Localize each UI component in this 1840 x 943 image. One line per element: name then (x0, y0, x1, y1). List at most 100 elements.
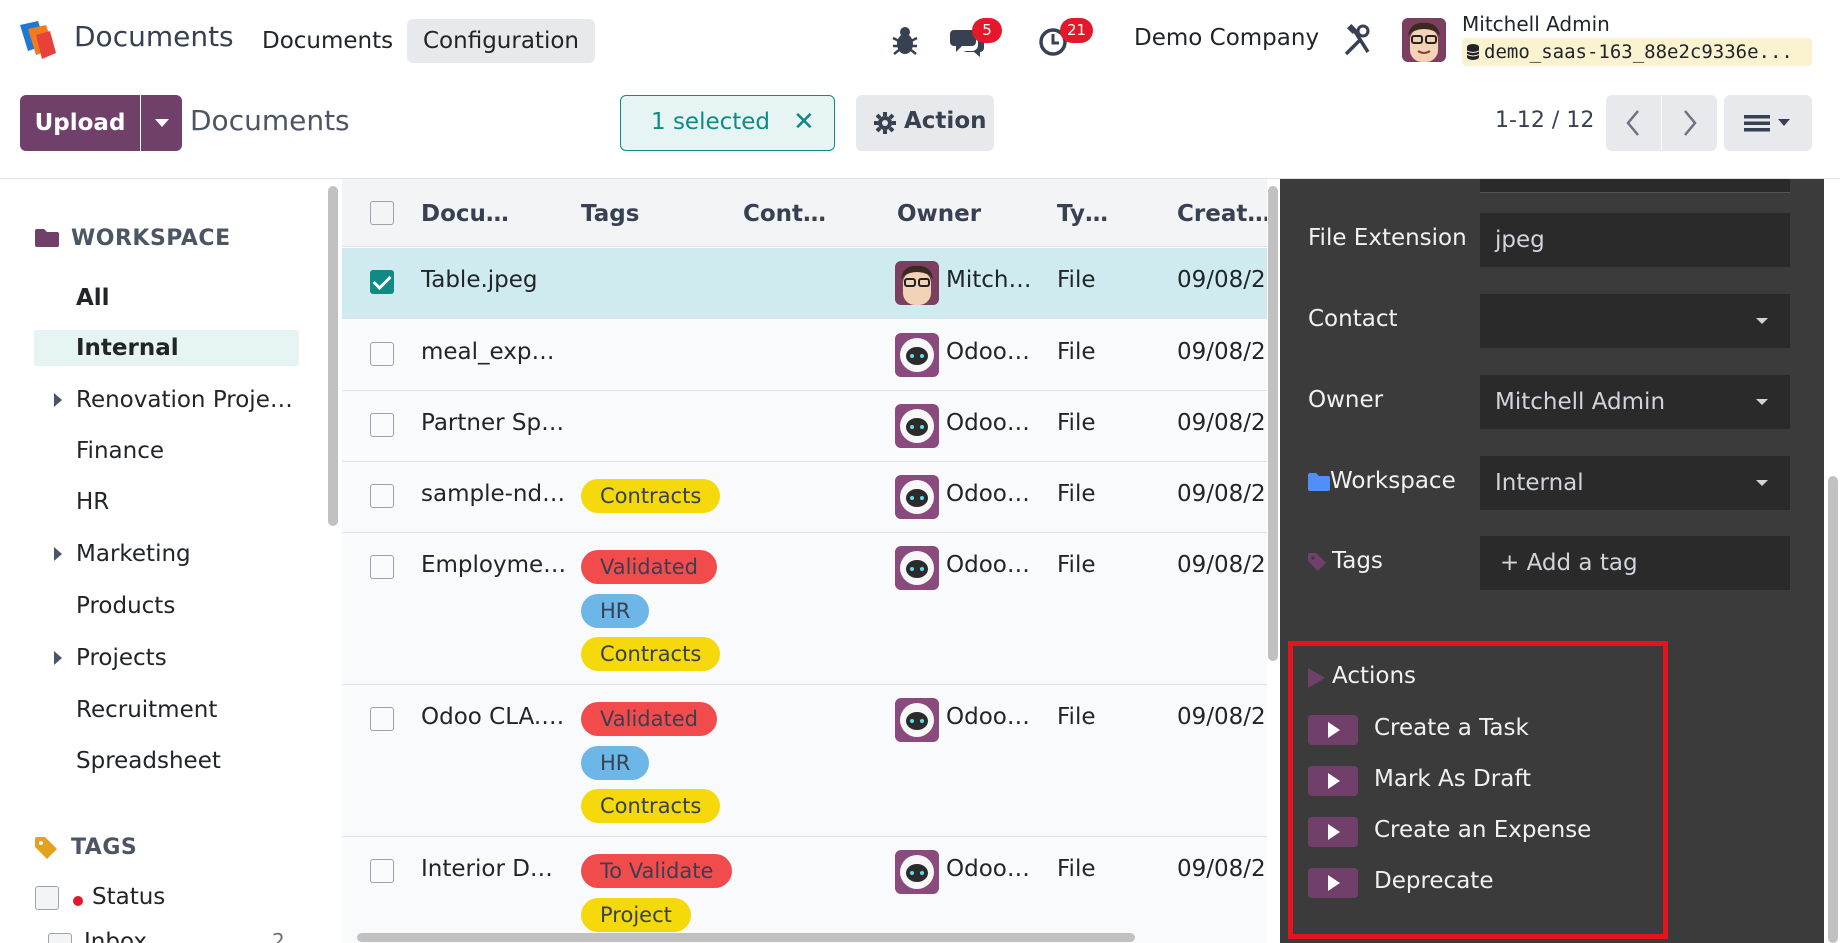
sidebar-item-hr[interactable]: HR (34, 484, 299, 520)
tag-pill-to-validate: To Validate (581, 854, 733, 888)
selected-count: 1 selected (651, 109, 771, 135)
caret-down-icon[interactable] (1756, 480, 1768, 486)
owner-field[interactable]: Mitchell Admin (1480, 375, 1790, 429)
action-label[interactable]: Create a Task (1374, 715, 1529, 741)
table-row[interactable]: Interior D… To Validate Project Odoo… Fi… (342, 837, 1267, 943)
caret-right-icon[interactable] (54, 651, 62, 665)
sidebar-item-all[interactable]: All (34, 280, 299, 316)
panel-scrollbar[interactable] (1828, 476, 1838, 943)
sidebar-item-marketing[interactable]: Marketing (34, 536, 299, 572)
caret-down-icon[interactable] (1756, 318, 1768, 324)
file-extension-field[interactable]: jpeg (1480, 213, 1790, 267)
owner-name: Odoo… (946, 481, 1030, 507)
sidebar-item-label: Renovation Proje… (76, 387, 293, 413)
folder-icon (35, 229, 59, 247)
document-name: Interior D… (421, 856, 553, 882)
action-button-label: Action (904, 108, 987, 134)
pager-value[interactable]: 1-12 / 12 (1495, 108, 1594, 133)
inbox-tag-checkbox[interactable] (48, 933, 72, 943)
menu-documents[interactable]: Documents (246, 19, 409, 63)
upload-dropdown-toggle[interactable] (141, 95, 182, 151)
action-label[interactable]: Mark As Draft (1374, 766, 1531, 792)
play-button-icon[interactable] (1308, 817, 1358, 847)
pager-next-button[interactable] (1662, 95, 1717, 151)
action-label[interactable]: Deprecate (1374, 868, 1493, 894)
documents-app-icon[interactable] (16, 19, 58, 61)
workspace-label-text: Workspace (1330, 468, 1456, 494)
workspace-sidebar: WORKSPACE All Internal Renovation Proje…… (0, 179, 325, 943)
tools-settings-icon[interactable] (1342, 22, 1372, 58)
sidebar-item-recruitment[interactable]: Recruitment (34, 692, 299, 728)
sidebar-item-renovation[interactable]: Renovation Proje… (34, 382, 299, 418)
table-row[interactable]: Partner Sp… Odoo… File 09/08/2 (342, 391, 1267, 462)
app-title[interactable]: Documents (74, 20, 234, 53)
owner-name: Odoo… (946, 410, 1030, 436)
play-icon (1308, 668, 1325, 688)
sidebar-item-finance[interactable]: Finance (34, 433, 299, 469)
row-checkbox[interactable] (370, 484, 394, 508)
play-button-icon[interactable] (1308, 868, 1358, 898)
status-tag-checkbox[interactable] (35, 886, 59, 910)
action-button[interactable]: Action (856, 95, 994, 151)
caret-right-icon[interactable] (54, 547, 62, 561)
row-checkbox[interactable] (370, 707, 394, 731)
document-details-panel: File Extension jpeg Contact Owner Mitche… (1280, 179, 1824, 943)
workspace-field[interactable]: Internal (1480, 456, 1790, 510)
tag-pill-contracts: Contracts (581, 637, 721, 671)
database-icon (1467, 44, 1479, 60)
tag-icon (1308, 553, 1326, 571)
select-all-checkbox[interactable] (370, 201, 394, 225)
document-type: File (1057, 481, 1096, 507)
user-avatar[interactable] (1402, 18, 1446, 62)
table-row[interactable]: sample-nd… Contracts Odoo… File 09/08/2 (342, 462, 1267, 533)
list-header: Docu… Tags Cont… Owner Ty… Creat… (342, 179, 1267, 247)
play-button-icon[interactable] (1308, 766, 1358, 796)
owner-name: Mitch… (946, 267, 1032, 293)
document-name: Partner Sp… (421, 410, 565, 436)
column-tags[interactable]: Tags (581, 201, 639, 227)
row-checkbox[interactable] (370, 555, 394, 579)
sidebar-item-projects[interactable]: Projects (34, 640, 299, 676)
sidebar-item-internal[interactable]: Internal (34, 330, 299, 366)
list-vertical-scrollbar[interactable] (1268, 186, 1278, 661)
caret-right-icon[interactable] (54, 393, 62, 407)
status-tag-label: Status (92, 884, 166, 910)
sidebar-item-spreadsheet[interactable]: Spreadsheet (34, 743, 299, 779)
column-contact[interactable]: Cont… (743, 201, 826, 227)
table-row[interactable]: Table.jpeg Mitch… File 09/08/2 (342, 248, 1267, 319)
action-label[interactable]: Create an Expense (1374, 817, 1591, 843)
column-owner[interactable]: Owner (897, 201, 981, 227)
company-switcher[interactable]: Demo Company (1134, 25, 1319, 51)
created-date: 09/08/2 (1177, 267, 1266, 293)
contact-field[interactable] (1480, 294, 1790, 348)
row-checkbox[interactable] (370, 413, 394, 437)
workspace-heading-text: WORKSPACE (71, 226, 231, 251)
table-row[interactable]: Odoo CLA.… Validated HR Contracts Odoo… … (342, 685, 1267, 837)
column-created[interactable]: Creat… (1177, 201, 1267, 227)
odoobot-avatar (895, 850, 939, 894)
column-type[interactable]: Ty… (1057, 201, 1108, 227)
upload-button[interactable]: Upload (20, 95, 140, 151)
menu-configuration[interactable]: Configuration (407, 19, 595, 63)
sidebar-item-products[interactable]: Products (34, 588, 299, 624)
pager-previous-button[interactable] (1606, 95, 1661, 151)
table-row[interactable]: Employme… Validated HR Contracts Odoo… F… (342, 533, 1267, 685)
caret-down-icon[interactable] (1756, 399, 1768, 405)
row-checkbox[interactable] (370, 342, 394, 366)
row-checkbox[interactable] (370, 859, 394, 883)
document-name: meal_exp… (421, 339, 555, 365)
view-switcher-button[interactable] (1724, 95, 1812, 151)
table-row[interactable]: meal_exp… Odoo… File 09/08/2 (342, 320, 1267, 391)
user-name[interactable]: Mitchell Admin (1462, 12, 1610, 36)
row-checkbox[interactable] (370, 270, 394, 294)
add-tag-field[interactable]: + Add a tag (1480, 536, 1790, 590)
column-document[interactable]: Docu… (421, 201, 509, 227)
play-button-icon[interactable] (1308, 715, 1358, 745)
sidebar-scrollbar[interactable] (328, 186, 338, 526)
document-type: File (1057, 410, 1096, 436)
tags-label-text: Tags (1332, 548, 1383, 574)
list-horizontal-scrollbar[interactable] (357, 933, 1135, 942)
tag-pill-contracts: Contracts (581, 479, 721, 513)
debug-bug-icon[interactable] (890, 22, 920, 58)
clear-selection-icon[interactable]: ✕ (793, 107, 815, 137)
